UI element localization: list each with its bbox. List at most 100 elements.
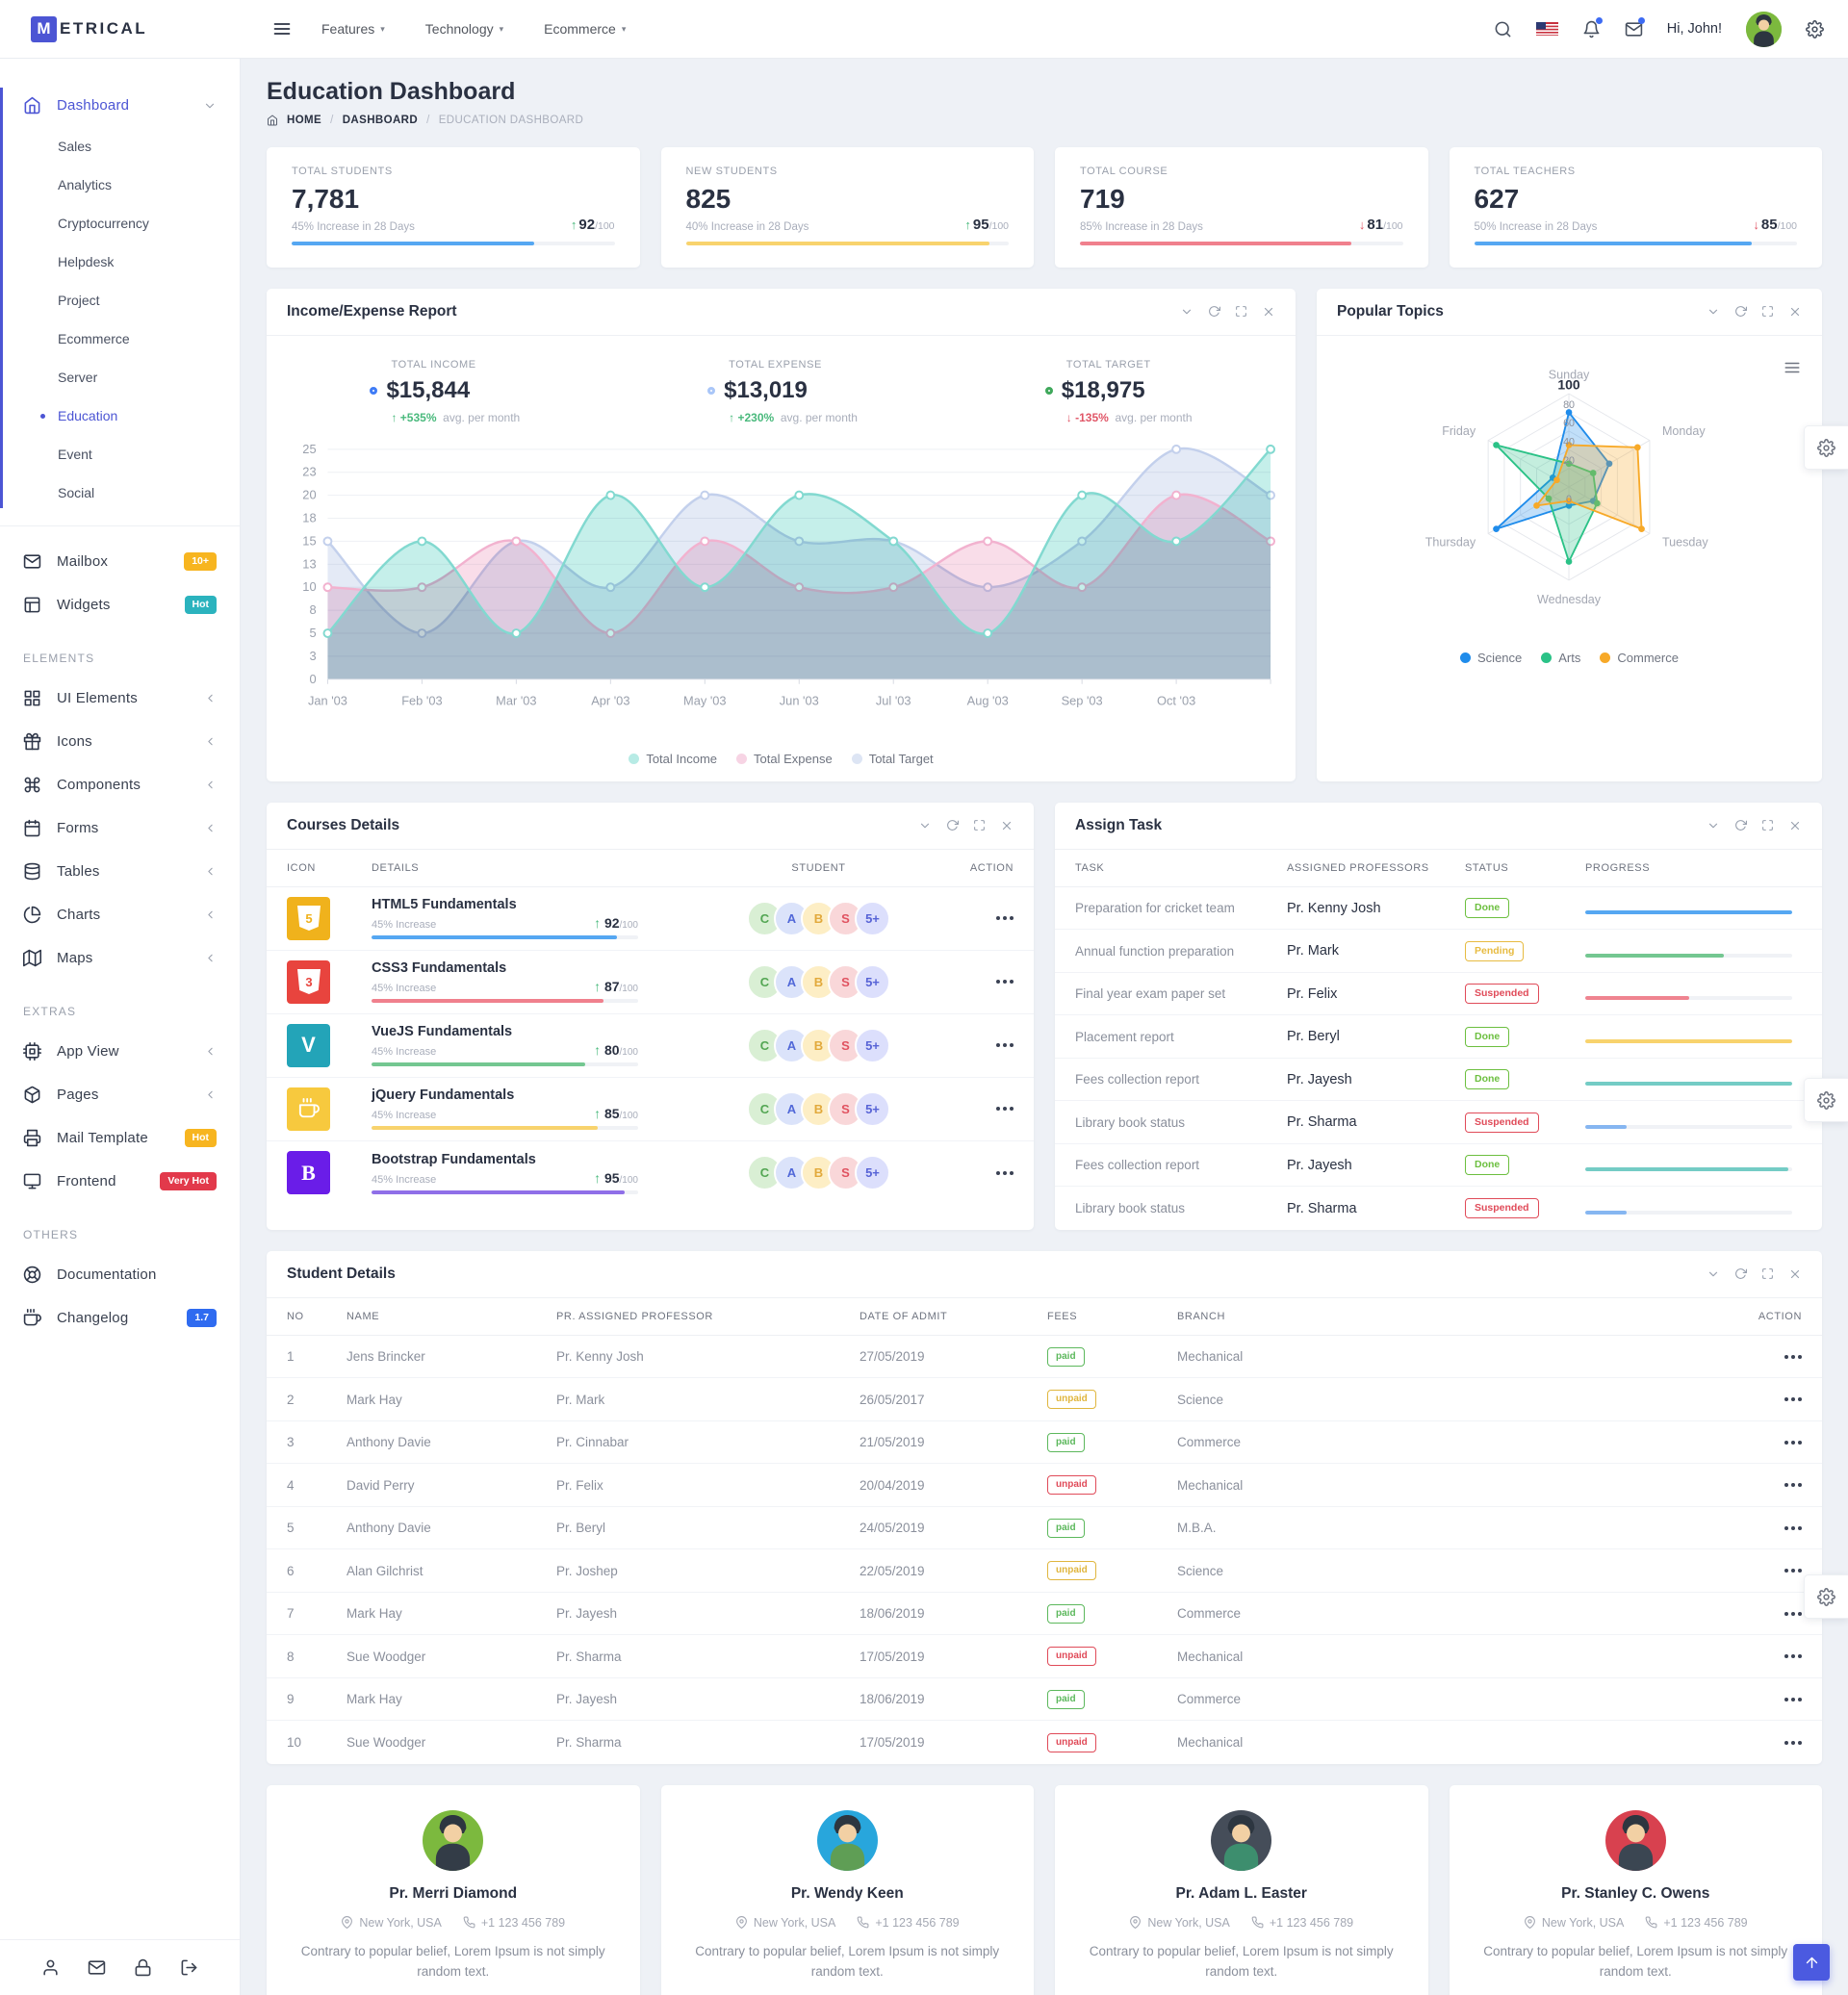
sidebar-item-maps[interactable]: Maps: [0, 936, 240, 980]
fullscreen-icon[interactable]: [1761, 305, 1774, 319]
top-menu-technology[interactable]: Technology▾: [405, 21, 524, 37]
row-actions-button[interactable]: [1784, 1606, 1802, 1622]
refresh-icon[interactable]: [1734, 819, 1747, 832]
sidebar-item-social[interactable]: Social: [0, 473, 240, 512]
sidebar-item-changelog[interactable]: Changelog1.7: [0, 1296, 240, 1340]
chevron-down-icon[interactable]: [918, 819, 932, 832]
stat-card-total-students: TOTAL STUDENTS 7,781 45% Increase in 28 …: [267, 147, 640, 268]
search-icon[interactable]: [1494, 20, 1512, 38]
chevron-down-icon[interactable]: [1180, 305, 1194, 319]
sidebar-item-server[interactable]: Server: [0, 358, 240, 396]
sidebar-item-forms[interactable]: Forms: [0, 806, 240, 850]
sidebar-item-frontend[interactable]: FrontendVery Hot: [0, 1160, 240, 1203]
row-actions-button[interactable]: [996, 910, 1014, 926]
fullscreen-icon[interactable]: [973, 819, 986, 832]
sidebar-item-components[interactable]: Components: [0, 763, 240, 806]
menu-toggle-icon[interactable]: [272, 19, 292, 38]
row-actions-button[interactable]: [1784, 1349, 1802, 1365]
chevron-down-icon[interactable]: [1707, 1267, 1720, 1281]
mail-icon[interactable]: [1625, 20, 1643, 38]
sidebar-item-pages[interactable]: Pages: [0, 1073, 240, 1116]
breadcrumb-home[interactable]: HOME: [287, 115, 321, 126]
legend-item-total-target[interactable]: Total Target: [852, 752, 934, 766]
sidebar-item-app-view[interactable]: App View: [0, 1030, 240, 1073]
customizer-gear-icon[interactable]: [1804, 1574, 1848, 1619]
refresh-icon[interactable]: [946, 819, 959, 832]
avatar[interactable]: [1746, 12, 1782, 47]
phone-icon: [857, 1916, 869, 1929]
close-icon[interactable]: [1788, 819, 1802, 832]
student-avatar-5+[interactable]: 5+: [855, 1091, 890, 1127]
sidebar-item-dashboard[interactable]: Dashboard: [0, 84, 240, 127]
chart-menu-icon[interactable]: [1784, 359, 1801, 381]
lock-icon[interactable]: [134, 1958, 152, 1977]
student-avatar-5+[interactable]: 5+: [855, 901, 890, 936]
top-menu-features[interactable]: Features▾: [301, 21, 405, 37]
row-actions-button[interactable]: [1784, 1692, 1802, 1707]
sidebar-item-icons[interactable]: Icons: [0, 720, 240, 763]
fullscreen-icon[interactable]: [1761, 819, 1774, 832]
svg-text:Jul '03: Jul '03: [876, 693, 911, 707]
row-actions-button[interactable]: [996, 1037, 1014, 1053]
legend-item-commerce[interactable]: Commerce: [1600, 651, 1679, 665]
sidebar-item-tables[interactable]: Tables: [0, 850, 240, 893]
arrow-up-icon: ↑: [594, 1170, 601, 1186]
sidebar-item-event[interactable]: Event: [0, 435, 240, 473]
student-avatar-5+[interactable]: 5+: [855, 1155, 890, 1190]
row-actions-button[interactable]: [996, 1101, 1014, 1116]
brand-logo[interactable]: M ETRICAL: [0, 0, 241, 58]
student-avatar-5+[interactable]: 5+: [855, 964, 890, 1000]
sidebar-item-ui-elements[interactable]: UI Elements: [0, 677, 240, 720]
sidebar-item-ecommerce[interactable]: Ecommerce: [0, 320, 240, 358]
row-actions-button[interactable]: [1784, 1735, 1802, 1751]
sidebar-item-analytics[interactable]: Analytics: [0, 166, 240, 204]
legend-item-science[interactable]: Science: [1460, 651, 1522, 665]
refresh-icon[interactable]: [1734, 1267, 1747, 1281]
user-icon[interactable]: [41, 1958, 60, 1977]
row-actions-button[interactable]: [996, 974, 1014, 989]
close-icon[interactable]: [1262, 305, 1275, 319]
sidebar-item-helpdesk[interactable]: Helpdesk: [0, 243, 240, 281]
refresh-icon[interactable]: [1734, 305, 1747, 319]
us-flag-icon[interactable]: [1536, 22, 1558, 36]
close-icon[interactable]: [1788, 305, 1802, 319]
breadcrumb-dashboard[interactable]: DASHBOARD: [343, 115, 418, 126]
row-actions-button[interactable]: [1784, 1435, 1802, 1450]
refresh-icon[interactable]: [1208, 305, 1220, 319]
legend-item-arts[interactable]: Arts: [1541, 651, 1580, 665]
customizer-gear-icon[interactable]: [1804, 1078, 1848, 1122]
row-actions-button[interactable]: [1784, 1649, 1802, 1664]
scroll-to-top-button[interactable]: [1793, 1944, 1830, 1981]
log-out-icon[interactable]: [180, 1958, 198, 1977]
gear-icon[interactable]: [1806, 20, 1824, 38]
student-avatar-5+[interactable]: 5+: [855, 1028, 890, 1063]
row-actions-button[interactable]: [1784, 1521, 1802, 1536]
row-actions-button[interactable]: [996, 1165, 1014, 1181]
sidebar-item-mailbox[interactable]: Mailbox10+: [0, 540, 240, 583]
sidebar-item-widgets[interactable]: WidgetsHot: [0, 583, 240, 627]
top-menu-ecommerce[interactable]: Ecommerce▾: [524, 21, 646, 37]
row-actions-button[interactable]: [1784, 1563, 1802, 1578]
sidebar-item-education[interactable]: Education: [0, 396, 240, 435]
sidebar-item-cryptocurrency[interactable]: Cryptocurrency: [0, 204, 240, 243]
row-actions-button[interactable]: [1784, 1477, 1802, 1493]
course-title: Bootstrap Fundamentals: [372, 1152, 691, 1167]
sidebar-item-charts[interactable]: Charts: [0, 893, 240, 936]
chevron-down-icon[interactable]: [1707, 819, 1720, 832]
bell-icon[interactable]: [1582, 20, 1601, 38]
mail-icon[interactable]: [88, 1958, 106, 1977]
legend-item-total-income[interactable]: Total Income: [629, 752, 717, 766]
fullscreen-icon[interactable]: [1761, 1267, 1774, 1281]
legend-item-total-expense[interactable]: Total Expense: [736, 752, 833, 766]
fullscreen-icon[interactable]: [1235, 305, 1247, 319]
sidebar-item-project[interactable]: Project: [0, 281, 240, 320]
row-actions-button[interactable]: [1784, 1392, 1802, 1407]
sidebar-item-sales[interactable]: Sales: [0, 127, 240, 166]
sidebar-item-mail-template[interactable]: Mail TemplateHot: [0, 1116, 240, 1160]
customizer-gear-icon[interactable]: [1804, 425, 1848, 470]
task-name: Annual function preparation: [1075, 944, 1287, 959]
close-icon[interactable]: [1788, 1267, 1802, 1281]
close-icon[interactable]: [1000, 819, 1014, 832]
chevron-down-icon[interactable]: [1707, 305, 1720, 319]
sidebar-item-documentation[interactable]: Documentation: [0, 1253, 240, 1296]
